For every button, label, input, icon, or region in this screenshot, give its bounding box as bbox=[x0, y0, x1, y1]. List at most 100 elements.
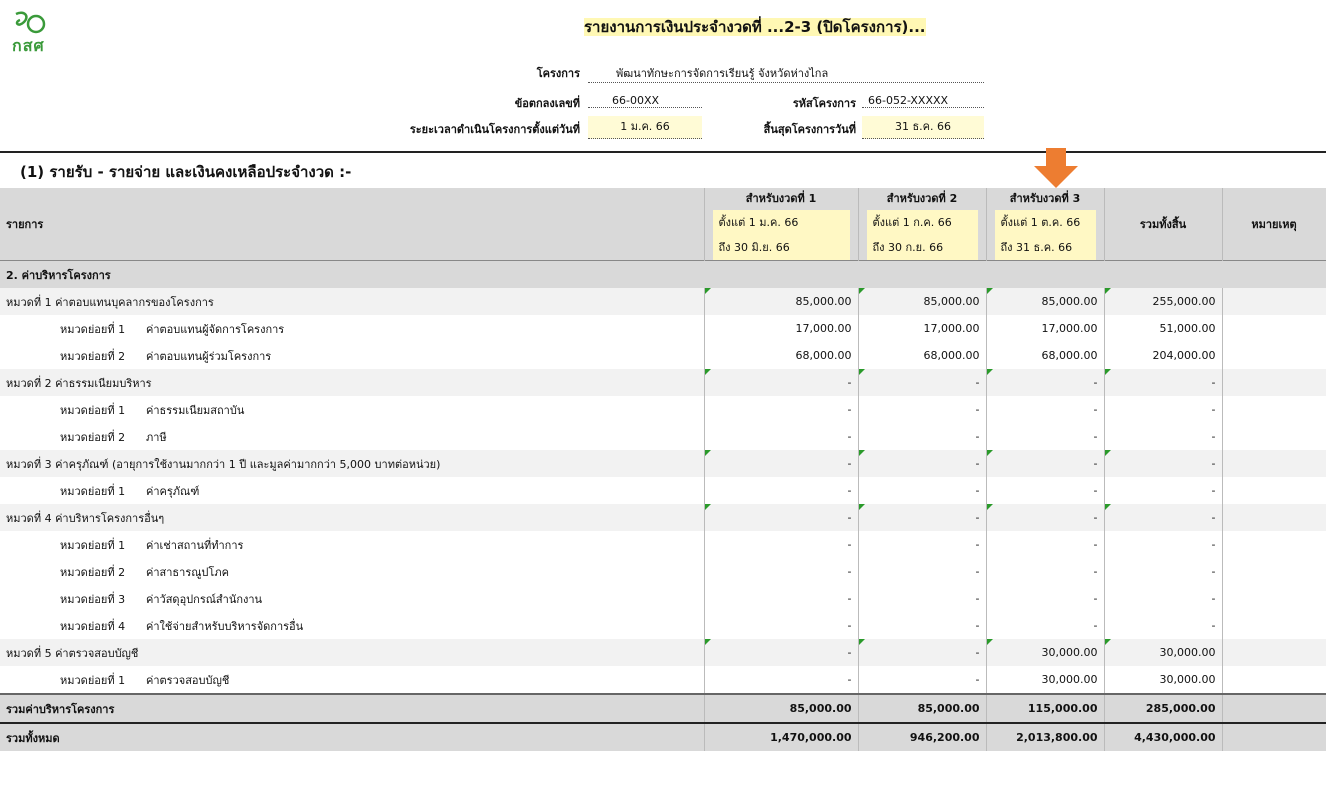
row-remark bbox=[1222, 423, 1326, 450]
row-label-text: ค่าครุภัณฑ์ bbox=[146, 484, 200, 498]
row-period-1-value: - bbox=[704, 477, 859, 504]
row-label-text: ค่าตอบแทนผู้จัดการโครงการ bbox=[146, 322, 285, 336]
row-label-text: หมวดที่ 5 ค่าตรวจสอบบัญชี bbox=[6, 646, 139, 660]
row-remark bbox=[1222, 639, 1326, 666]
row-period-1-value: - bbox=[704, 666, 859, 694]
table-body: หมวดที่ 1 ค่าตอบแทนบุคลากรของโครงการ 85,0… bbox=[0, 288, 1326, 694]
row-label-text: หมวดที่ 3 ค่าครุภัณฑ์ (อายุการใช้งานมากก… bbox=[6, 457, 441, 471]
row-label-text: ค่าเช่าสถานที่ทำการ bbox=[146, 538, 244, 552]
row-remark bbox=[1222, 666, 1326, 694]
row-label: หมวดที่ 1 ค่าตอบแทนบุคลากรของโครงการ bbox=[0, 288, 705, 315]
row-remark bbox=[1222, 315, 1326, 342]
category-row: หมวดที่ 1 ค่าตอบแทนบุคลากรของโครงการ 85,0… bbox=[0, 288, 1326, 315]
row-label: หมวดย่อยที่ 3 ค่าวัสดุอุปกรณ์สำนักงาน bbox=[0, 585, 705, 612]
row-period-3-value: - bbox=[986, 423, 1105, 450]
row-label: หมวดที่ 3 ค่าครุภัณฑ์ (อายุการใช้งานมากก… bbox=[0, 450, 705, 477]
row-period-3-value: 68,000.00 bbox=[986, 342, 1105, 369]
row-label: หมวดย่อยที่ 1 ค่าธรรมเนียมสถาบัน bbox=[0, 396, 705, 423]
row-period-2-value: - bbox=[858, 504, 987, 531]
row-period-2-value: - bbox=[858, 639, 987, 666]
row-label: หมวดย่อยที่ 2 ค่าสาธารณูปโภค bbox=[0, 558, 705, 585]
row-label-text: ค่าตรวจสอบบัญชี bbox=[146, 673, 230, 687]
grand-total-period-1: 1,470,000.00 bbox=[704, 722, 859, 751]
row-period-3-value: - bbox=[986, 477, 1105, 504]
grand-total-period-3: 2,013,800.00 bbox=[986, 722, 1105, 751]
row-period-2-value: - bbox=[858, 666, 987, 694]
row-period-3-value: - bbox=[986, 504, 1105, 531]
period-3-title: สำหรับงวดที่ 3 bbox=[1009, 192, 1081, 205]
project-name-value: พัฒนาทักษะการจัดการเรียนรู้ จังหวัดห่างไ… bbox=[588, 64, 984, 83]
row-period-2-value: - bbox=[858, 612, 987, 639]
row-period-3-value: - bbox=[986, 531, 1105, 558]
period-2-header: สำหรับงวดที่ 2 ตั้งแต่ 1 ก.ค. 66 ถึง 30 … bbox=[858, 188, 987, 261]
row-period-3-value: - bbox=[986, 369, 1105, 396]
row-period-1-value: - bbox=[704, 558, 859, 585]
row-label: หมวดย่อยที่ 2 ค่าตอบแทนผู้ร่วมโครงการ bbox=[0, 342, 705, 369]
row-label: หมวดย่อยที่ 1 ค่าตอบแทนผู้จัดการโครงการ bbox=[0, 315, 705, 342]
row-period-1-value: - bbox=[704, 639, 859, 666]
row-remark bbox=[1222, 558, 1326, 585]
row-period-2-value: - bbox=[858, 585, 987, 612]
row-label-text: หมวดที่ 1 ค่าตอบแทนบุคลากรของโครงการ bbox=[6, 295, 214, 309]
row-label: หมวดย่อยที่ 2 ภาษี bbox=[0, 423, 705, 450]
subcategory-code: หมวดย่อยที่ 2 bbox=[60, 430, 126, 444]
row-label: หมวดย่อยที่ 1 ค่าตรวจสอบบัญชี bbox=[0, 666, 705, 694]
row-total-value: - bbox=[1104, 396, 1223, 423]
row-total-value: - bbox=[1104, 369, 1223, 396]
period-1-title: สำหรับงวดที่ 1 bbox=[745, 192, 817, 205]
row-total-value: - bbox=[1104, 423, 1223, 450]
row-label-text: ค่าธรรมเนียมสถาบัน bbox=[146, 403, 245, 417]
category-row: หมวดที่ 3 ค่าครุภัณฑ์ (อายุการใช้งานมากก… bbox=[0, 450, 1326, 477]
row-total-value: - bbox=[1104, 450, 1223, 477]
subcategory-row: หมวดย่อยที่ 1 ค่าธรรมเนียมสถาบัน - - - - bbox=[0, 396, 1326, 423]
row-period-1-value: - bbox=[704, 585, 859, 612]
row-label: หมวดที่ 2 ค่าธรรมเนียมบริหาร bbox=[0, 369, 705, 396]
subtotal-period-2: 85,000.00 bbox=[858, 693, 987, 723]
row-period-2-value: 68,000.00 bbox=[858, 342, 987, 369]
category-row: หมวดที่ 4 ค่าบริหารโครงการอื่นๆ - - - - bbox=[0, 504, 1326, 531]
agreement-number-value: 66-00XX bbox=[588, 94, 702, 108]
period-1-header: สำหรับงวดที่ 1 ตั้งแต่ 1 ม.ค. 66 ถึง 30 … bbox=[704, 188, 859, 261]
row-label: หมวดย่อยที่ 4 ค่าใช้จ่ายสำหรับบริหารจัดกา… bbox=[0, 612, 705, 639]
grand-total-row: รวมทั้งหมด 1,470,000.00 946,200.00 2,013… bbox=[0, 722, 1326, 751]
grand-total-label: รวมทั้งหมด bbox=[0, 722, 705, 751]
row-label: หมวดที่ 4 ค่าบริหารโครงการอื่นๆ bbox=[0, 504, 705, 531]
down-arrow-icon bbox=[1034, 148, 1078, 188]
total-column-header: รวมทั้งสิ้น bbox=[1104, 188, 1223, 261]
project-code-label: รหัสโครงการ bbox=[792, 97, 856, 110]
row-label-text: ค่าวัสดุอุปกรณ์สำนักงาน bbox=[146, 592, 263, 606]
project-start-value: 1 ม.ค. 66 bbox=[588, 116, 702, 139]
logo-text: กสศ bbox=[12, 36, 45, 55]
period-3-header: สำหรับงวดที่ 3 ตั้งแต่ 1 ต.ค. 66 ถึง 31 … bbox=[986, 188, 1105, 261]
subcategory-row: หมวดย่อยที่ 1 ค่าเช่าสถานที่ทำการ - - - - bbox=[0, 531, 1326, 558]
subtotal-label: รวมค่าบริหารโครงการ bbox=[0, 693, 705, 723]
period-3-from: ตั้งแต่ 1 ต.ค. 66 bbox=[994, 210, 1096, 235]
project-end-value: 31 ธ.ค. 66 bbox=[862, 116, 984, 139]
subcategory-row: หมวดย่อยที่ 3 ค่าวัสดุอุปกรณ์สำนักงาน - - - - bbox=[0, 585, 1326, 612]
row-period-3-value: 17,000.00 bbox=[986, 315, 1105, 342]
row-period-3-value: 85,000.00 bbox=[986, 288, 1105, 315]
subcategory-row: หมวดย่อยที่ 2 ค่าสาธารณูปโภค - - - - bbox=[0, 558, 1326, 585]
row-period-1-value: - bbox=[704, 423, 859, 450]
subcategory-row: หมวดย่อยที่ 1 ค่าตอบแทนผู้จัดการโครงการ 17… bbox=[0, 315, 1326, 342]
section-label: 2. ค่าบริหารโครงการ bbox=[0, 260, 1326, 288]
category-row: หมวดที่ 2 ค่าธรรมเนียมบริหาร - - - - bbox=[0, 369, 1326, 396]
project-name-label: โครงการ bbox=[536, 67, 580, 80]
row-period-2-value: 85,000.00 bbox=[858, 288, 987, 315]
row-period-2-value: - bbox=[858, 396, 987, 423]
subcategory-code: หมวดย่อยที่ 1 bbox=[60, 403, 126, 417]
section-divider bbox=[0, 151, 1326, 153]
row-label-text: หมวดที่ 2 ค่าธรรมเนียมบริหาร bbox=[6, 376, 152, 390]
row-total-value: 30,000.00 bbox=[1104, 639, 1223, 666]
section-row: 2. ค่าบริหารโครงการ bbox=[0, 260, 1326, 288]
row-period-2-value: 17,000.00 bbox=[858, 315, 987, 342]
subcategory-row: หมวดย่อยที่ 4 ค่าใช้จ่ายสำหรับบริหารจัดกา… bbox=[0, 612, 1326, 639]
row-label: หมวดที่ 5 ค่าตรวจสอบบัญชี bbox=[0, 639, 705, 666]
row-remark bbox=[1222, 396, 1326, 423]
row-label-text: ค่าใช้จ่ายสำหรับบริหารจัดการอื่น bbox=[146, 619, 304, 633]
grand-total-total: 4,430,000.00 bbox=[1104, 722, 1223, 751]
row-remark bbox=[1222, 450, 1326, 477]
row-period-2-value: - bbox=[858, 531, 987, 558]
subcategory-code: หมวดย่อยที่ 1 bbox=[60, 484, 126, 498]
row-remark bbox=[1222, 342, 1326, 369]
